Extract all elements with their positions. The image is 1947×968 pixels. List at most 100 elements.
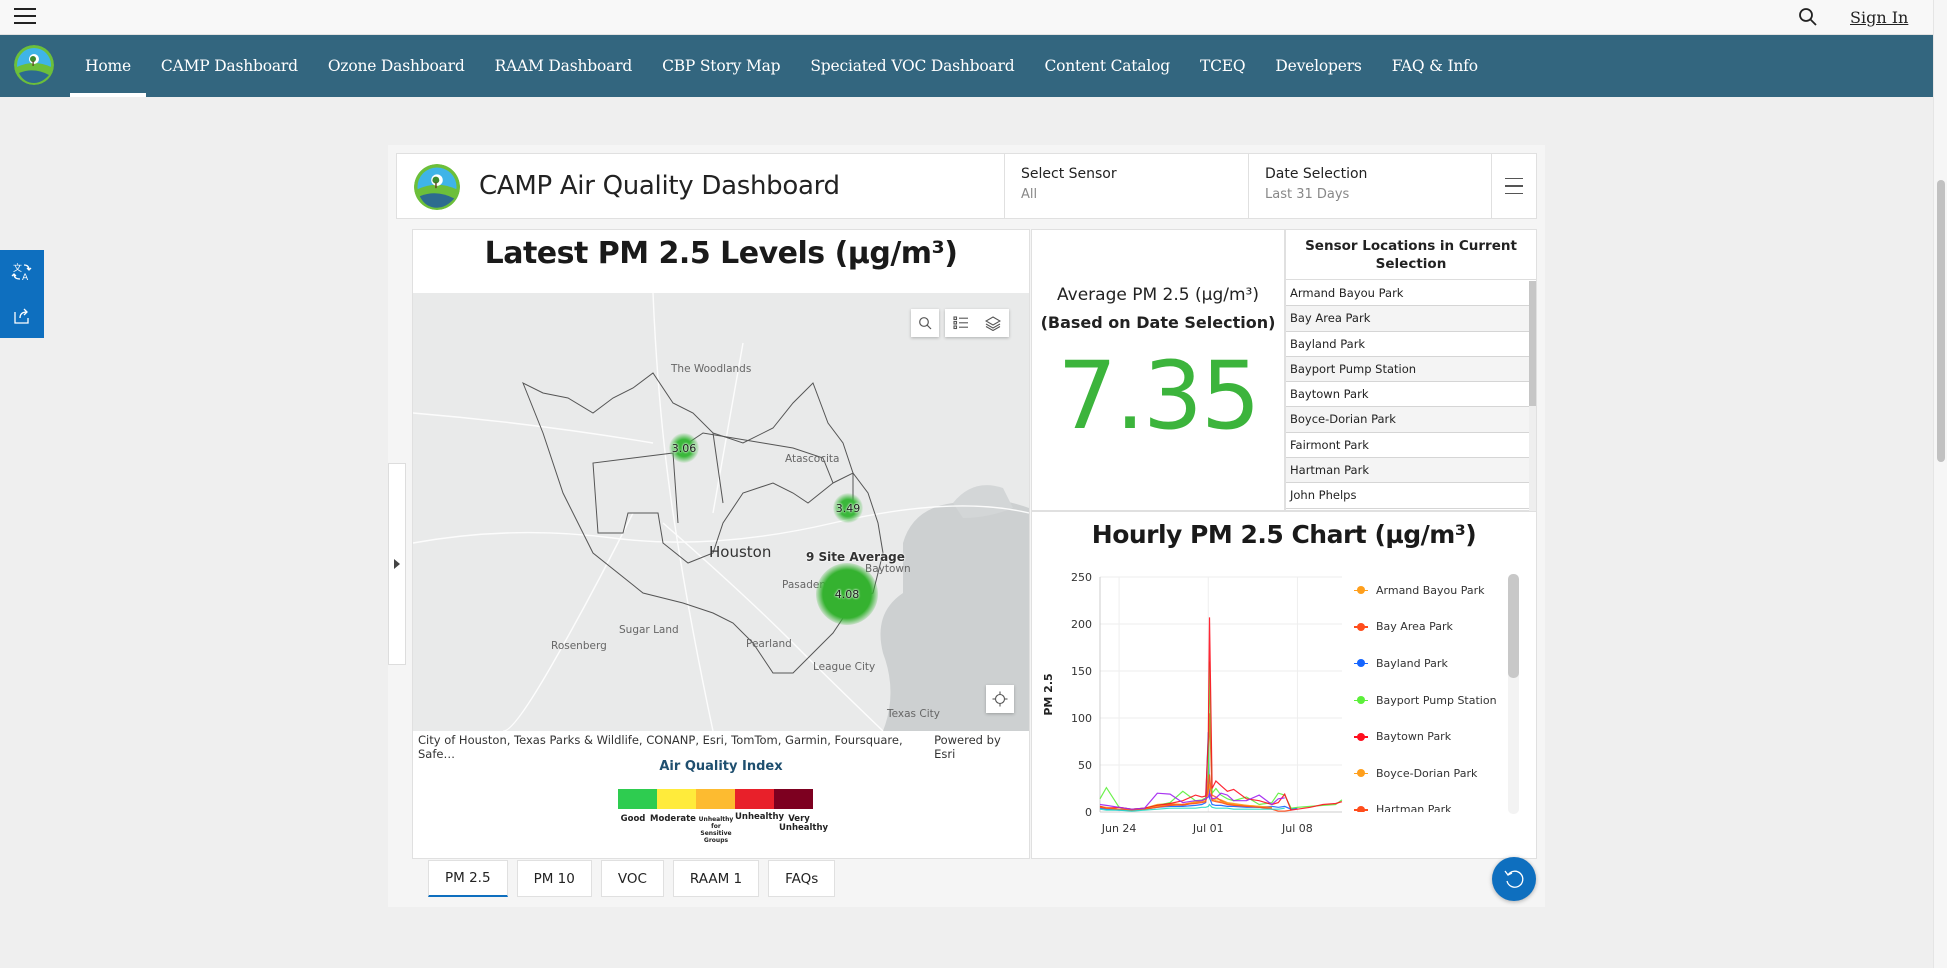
sensor-location-item[interactable]: Hartman Park <box>1286 458 1530 484</box>
map-label-sugar-land: Sugar Land <box>619 624 679 636</box>
series-line-bayport-pump-station <box>1099 661 1343 810</box>
nav-item-content-catalog[interactable]: Content Catalog <box>1029 35 1185 97</box>
date-selector[interactable]: Date Selection Last 31 Days <box>1248 154 1492 218</box>
basemap <box>413 293 1029 731</box>
locate-icon[interactable] <box>986 685 1014 713</box>
legend-scrollbar[interactable] <box>1508 574 1519 814</box>
dashboard-container: CAMP Air Quality Dashboard Select Sensor… <box>388 145 1545 907</box>
search-icon[interactable] <box>1798 7 1818 27</box>
series-line-bayland-park <box>1099 732 1298 811</box>
legend-item[interactable]: Armand Bayou Park <box>1354 572 1514 609</box>
share-icon[interactable] <box>0 294 44 338</box>
legend-label: Boyce-Dorian Park <box>1376 766 1478 780</box>
sensor-location-item[interactable]: Armand Bayou Park <box>1286 281 1530 307</box>
legend-label: Bay Area Park <box>1376 620 1453 634</box>
dashboard-menu-button[interactable] <box>1491 154 1536 218</box>
page-scrollbar[interactable] <box>1933 0 1947 968</box>
y-tick-label: 150 <box>1071 665 1092 678</box>
legend-label: Bayland Park <box>1376 656 1448 670</box>
nav-item-camp-dashboard[interactable]: CAMP Dashboard <box>146 35 313 97</box>
nav-item-cbp-story-map[interactable]: CBP Story Map <box>647 35 795 97</box>
sensor-list-scrollbar[interactable] <box>1529 281 1536 511</box>
hamburger-icon[interactable] <box>14 8 36 26</box>
aqi-label-usg: Unhealthy for Sensitive Groups <box>698 816 734 844</box>
nav-item-tceq[interactable]: TCEQ <box>1185 35 1260 97</box>
map-view[interactable]: The Woodlands Atascocita Houston Baytown… <box>413 293 1029 731</box>
map-panel-title: Latest PM 2.5 Levels (µg/m³) <box>484 236 958 271</box>
main-nav: Home CAMP Dashboard Ozone Dashboard RAAM Da… <box>0 35 1933 97</box>
legend-item[interactable]: Bay Area Park <box>1354 609 1514 646</box>
date-selector-value: Last 31 Days <box>1265 187 1350 202</box>
hamburger-icon <box>1505 175 1523 198</box>
sidebar-expand-button[interactable] <box>388 463 406 665</box>
legend-item[interactable]: Boyce-Dorian Park <box>1354 755 1514 792</box>
legend-swatch <box>1354 658 1368 668</box>
sensor-location-item[interactable]: Bayport Pump Station <box>1286 356 1530 383</box>
legend-swatch <box>1354 622 1368 632</box>
map-search-icon[interactable] <box>911 309 939 337</box>
sensor-selector[interactable]: Select Sensor All <box>1004 154 1248 218</box>
nav-item-developers[interactable]: Developers <box>1260 35 1376 97</box>
map-label-rosenberg: Rosenberg <box>551 640 607 652</box>
sensor-list-scrollbar-thumb[interactable] <box>1529 281 1536 406</box>
sensor-cluster[interactable]: 3.49 <box>833 493 863 523</box>
x-tick-label: Jul 08 <box>1281 822 1313 835</box>
legend-icon[interactable] <box>953 316 969 330</box>
nav-item-raam-dashboard[interactable]: RAAM Dashboard <box>480 35 648 97</box>
sensor-location-item[interactable]: Baytown Park <box>1286 382 1530 408</box>
y-tick-label: 0 <box>1085 806 1092 819</box>
average-title-line1: Average PM 2.5 (µg/m³) <box>1057 285 1259 305</box>
map-label-the-woodlands: The Woodlands <box>671 363 752 375</box>
nav-item-speciated-voc-dashboard[interactable]: Speciated VOC Dashboard <box>795 35 1029 97</box>
sensor-location-item[interactable]: Fairmont Park <box>1286 433 1530 459</box>
chart-legend: Armand Bayou Park Bay Area Park Bayland Pa… <box>1354 572 1514 812</box>
nav-item-ozone-dashboard[interactable]: Ozone Dashboard <box>313 35 480 97</box>
sensor-locations-panel: Sensor Locations in Current Selection Ar… <box>1285 229 1537 511</box>
y-tick-label: 50 <box>1078 759 1092 772</box>
reset-button[interactable] <box>1492 857 1536 901</box>
nav-item-home[interactable]: Home <box>70 35 146 97</box>
sensor-locations-title: Sensor Locations in Current Selection <box>1286 230 1536 280</box>
sensor-location-item[interactable]: Bay Area Park <box>1286 306 1530 332</box>
legend-scrollbar-thumb[interactable] <box>1508 574 1519 678</box>
aqi-segment <box>696 789 735 809</box>
x-tick-label: Jul 01 <box>1192 822 1224 835</box>
site-logo[interactable] <box>14 45 54 85</box>
average-pm25-value: 7.35 <box>1057 342 1260 451</box>
legend-item[interactable]: Bayport Pump Station <box>1354 682 1514 719</box>
caret-right-icon <box>394 559 400 569</box>
sensor-location-item[interactable]: John Phelps <box>1286 483 1530 509</box>
average-panel: Average PM 2.5 (µg/m³) (Based on Date Se… <box>1031 229 1285 511</box>
sensor-cluster[interactable]: 4.08 <box>816 563 878 625</box>
legend-item[interactable]: Bayland Park <box>1354 645 1514 682</box>
layers-icon[interactable] <box>985 315 1001 331</box>
chart-panel: Hourly PM 2.5 Chart (µg/m³) 0 50 100 150 200… <box>1031 511 1537 859</box>
legend-swatch <box>1354 585 1368 595</box>
aqi-segment <box>735 789 774 809</box>
legend-item[interactable]: Hartman Park <box>1354 792 1514 812</box>
translate-icon[interactable]: 文 A <box>0 250 44 294</box>
tab-pm-10[interactable]: PM 10 <box>516 860 592 897</box>
svg-text:文: 文 <box>13 262 22 274</box>
sensor-location-item[interactable]: Boyce-Dorian Park <box>1286 407 1530 433</box>
sensor-cluster[interactable]: 3.06 <box>669 433 699 463</box>
legend-item[interactable]: Baytown Park <box>1354 718 1514 755</box>
powered-by-esri[interactable]: Powered by Esri <box>934 733 1024 761</box>
dashboard-header: CAMP Air Quality Dashboard Select Sensor… <box>396 153 1537 219</box>
reset-icon <box>1504 870 1524 888</box>
dashboard-logo <box>414 164 460 210</box>
aqi-color-bar <box>618 789 813 809</box>
sensor-location-item[interactable]: Bayland Park <box>1286 332 1530 357</box>
dashboard-title: CAMP Air Quality Dashboard <box>479 171 840 201</box>
map-label-atascocita: Atascocita <box>785 453 840 465</box>
attribution-text: City of Houston, Texas Parks & Wildlife,… <box>418 733 903 761</box>
aqi-legend-title: Air Quality Index <box>659 759 783 774</box>
page-scrollbar-thumb[interactable] <box>1937 180 1945 462</box>
tab-voc[interactable]: VOC <box>600 860 664 897</box>
chart-title: Hourly PM 2.5 Chart (µg/m³) <box>1091 520 1477 549</box>
sign-in-link[interactable]: Sign In <box>1850 8 1908 27</box>
tab-faqs[interactable]: FAQs <box>768 860 836 897</box>
tab-raam-1[interactable]: RAAM 1 <box>672 860 760 897</box>
nav-item-faq-info[interactable]: FAQ & Info <box>1377 35 1493 97</box>
tab-pm-2-5[interactable]: PM 2.5 <box>428 860 508 897</box>
